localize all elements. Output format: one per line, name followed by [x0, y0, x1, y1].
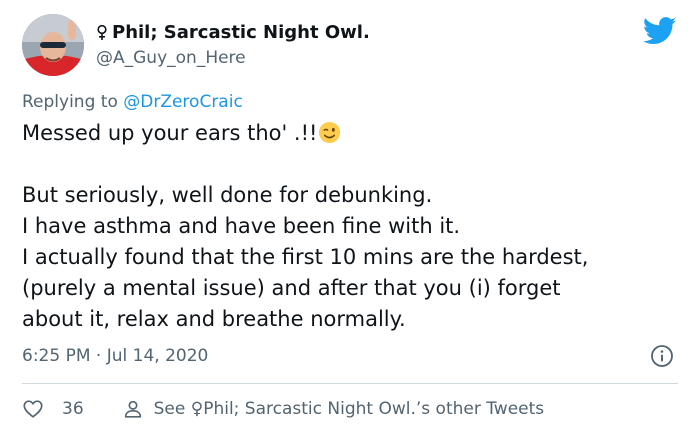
- tweet-body: Messed up your ears tho' .!! But serious…: [22, 118, 687, 335]
- author-name-row[interactable]: Phil; Sarcastic Night Owl.: [96, 22, 370, 43]
- divider: [22, 383, 678, 384]
- see-other-tweets-link[interactable]: See ♀Phil; Sarcastic Night Owl.’s other …: [154, 399, 545, 419]
- author-handle[interactable]: @A_Guy_on_Here: [96, 48, 246, 68]
- author-name[interactable]: Phil; Sarcastic Night Owl.: [112, 22, 370, 43]
- twitter-bird-icon[interactable]: [643, 17, 677, 45]
- like-count[interactable]: 36: [62, 399, 84, 419]
- avatar[interactable]: [22, 14, 84, 76]
- tweet-actions: 36 See ♀Phil; Sarcastic Night Owl.’s oth…: [22, 398, 544, 420]
- reply-prefix: Replying to: [22, 92, 124, 112]
- tweet-text-line3: I have asthma and have been fine with it…: [22, 214, 461, 238]
- info-icon[interactable]: [650, 344, 674, 368]
- tweet-text-line6: about it, relax and breathe normally.: [22, 307, 406, 331]
- reply-context: Replying to @DrZeroCraic: [22, 92, 243, 112]
- heart-icon[interactable]: [22, 398, 44, 420]
- person-icon: [124, 400, 141, 418]
- tweet-blank-line: [22, 149, 687, 180]
- reply-mention-link[interactable]: @DrZeroCraic: [123, 92, 243, 112]
- tweet-text-line1: Messed up your ears tho' .!!: [22, 121, 318, 145]
- tweet-text-line2: But seriously, well done for debunking.: [22, 183, 433, 207]
- tweet-text-line5: (purely a mental issue) and after that y…: [22, 276, 561, 300]
- winking-face-emoji: [319, 121, 341, 144]
- tweet-text-line4: I actually found that the first 10 mins …: [22, 245, 589, 269]
- female-sign-icon: [97, 24, 107, 40]
- tweet-line: Messed up your ears tho' .!!: [22, 118, 687, 149]
- tweet-timestamp[interactable]: 6:25 PM · Jul 14, 2020: [22, 346, 208, 366]
